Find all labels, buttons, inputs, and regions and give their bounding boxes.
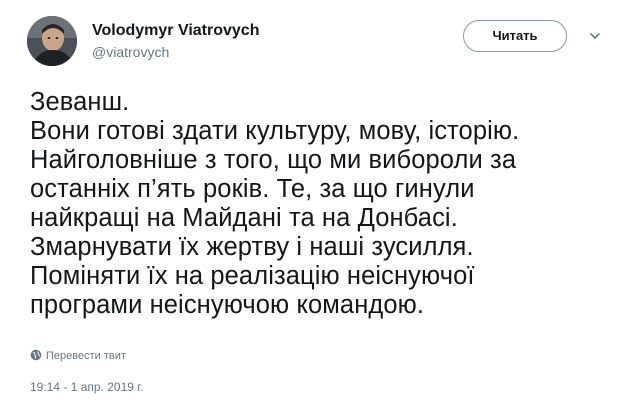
tweet-timestamp[interactable]: 19:14 - 1 апр. 2019 г. (30, 379, 144, 395)
tweet-line: найкращі на Майдані та на Донбасі. (30, 204, 458, 232)
tweet-text: Зеванш. Вони готові здати культуру, мову… (30, 88, 620, 320)
globe-icon (30, 349, 42, 361)
chevron-down-icon[interactable] (587, 28, 603, 44)
tweet-line: Вони готові здати культуру, мову, історі… (30, 117, 520, 145)
translate-label[interactable]: Перевести твит (46, 350, 126, 362)
tweet-card: Volodymyr Viatrovych @viatrovych Читать … (0, 0, 631, 409)
tweet-line: Зеванш. (30, 88, 130, 116)
tweet-line: програми неіснуючою командою. (30, 291, 425, 319)
author-names: Volodymyr Viatrovych @viatrovych (92, 21, 259, 61)
avatar[interactable] (27, 16, 77, 66)
tweet-line: останніх п’ять років. Те, за що гинули (30, 175, 475, 203)
author-handle[interactable]: @viatrovych (92, 43, 259, 61)
tweet-line: Змарнувати їх жертву і наші зусилля. (30, 233, 474, 261)
translate-link[interactable]: Перевести твит (30, 348, 126, 364)
author-display-name[interactable]: Volodymyr Viatrovych (92, 21, 259, 41)
tweet-line: Найголовніше з того, що ми вибороли за (30, 146, 517, 174)
tweet-line: Поміняти їх на реалізацію неіснуючої (30, 262, 475, 290)
tweet-header: Volodymyr Viatrovych @viatrovych Читать (27, 16, 611, 68)
follow-button[interactable]: Читать (463, 20, 567, 52)
avatar-image (27, 16, 77, 66)
